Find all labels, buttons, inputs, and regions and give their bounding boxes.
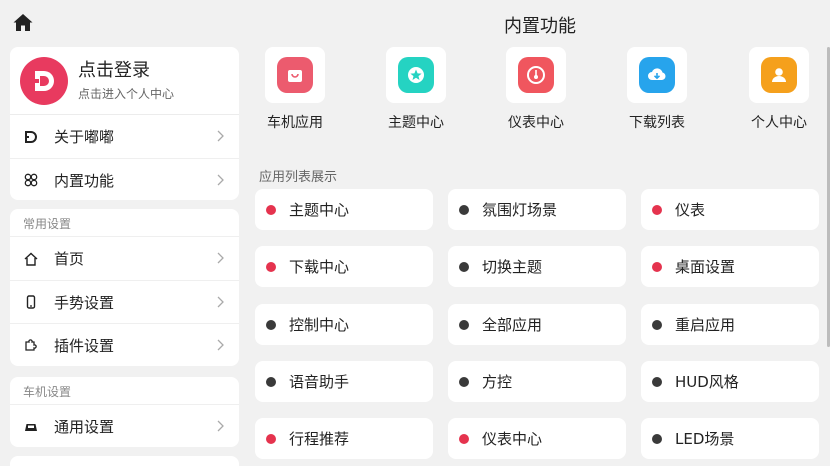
sidebar-item-gesture[interactable]: 手势设置 xyxy=(10,280,239,323)
sidebar-item-about[interactable]: 关于嘟嘟 xyxy=(10,115,239,158)
dudu-logo-icon xyxy=(33,70,54,91)
next-settings-card xyxy=(10,456,239,466)
home-icon xyxy=(13,14,33,31)
list-item[interactable]: 仪表中心 xyxy=(448,418,626,459)
status-dot xyxy=(459,433,469,444)
chevron-right-icon xyxy=(217,174,224,186)
sidebar-item-builtin[interactable]: 内置功能 xyxy=(10,158,239,200)
list-item[interactable]: 语音助手 xyxy=(255,361,433,402)
app-download-list[interactable]: 下载列表 xyxy=(607,47,707,132)
login-title: 点击登录 xyxy=(78,59,150,81)
list-item-label: HUD风格 xyxy=(675,373,739,391)
star-icon xyxy=(398,57,434,93)
list-item[interactable]: 全部应用 xyxy=(448,304,626,345)
status-dot xyxy=(266,319,276,330)
list-item-label: 语音助手 xyxy=(289,373,350,391)
app-label: 个人中心 xyxy=(751,115,807,131)
list-item[interactable]: 控制中心 xyxy=(255,304,433,345)
list-item-label: 切换主题 xyxy=(482,258,543,276)
cloud-download-icon xyxy=(639,57,675,93)
sidebar-item-label: 关于嘟嘟 xyxy=(54,128,115,146)
list-item-label: 仪表中心 xyxy=(482,430,543,448)
home-outline-icon xyxy=(24,252,38,266)
status-dot xyxy=(652,261,662,272)
clover-icon xyxy=(24,173,38,187)
list-item[interactable]: HUD风格 xyxy=(641,361,819,402)
profile-card: 点击登录 点击进入个人中心 关于嘟嘟 内置功能 xyxy=(10,47,239,200)
dudu-logo-icon xyxy=(24,130,38,144)
chevron-right-icon xyxy=(217,296,224,308)
app-dashboard-center[interactable]: 仪表中心 xyxy=(486,47,586,132)
chevron-right-icon xyxy=(217,130,224,142)
status-dot xyxy=(652,319,662,330)
app-theme-center[interactable]: 主题中心 xyxy=(366,47,466,132)
list-item-label: 重启应用 xyxy=(675,316,736,334)
status-dot xyxy=(459,204,469,215)
phone-icon xyxy=(24,295,38,309)
login-subtitle: 点击进入个人中心 xyxy=(78,86,175,101)
status-dot xyxy=(459,261,469,272)
chevron-right-icon xyxy=(217,252,224,264)
status-dot xyxy=(652,204,662,215)
status-dot xyxy=(266,376,276,387)
status-dot xyxy=(652,433,662,444)
list-item-label: 桌面设置 xyxy=(675,258,736,276)
app-list-heading: 应用列表展示 xyxy=(259,170,338,185)
list-item[interactable]: 方控 xyxy=(448,361,626,402)
car-settings-card: 车机设置 通用设置 xyxy=(10,377,239,447)
status-dot xyxy=(652,376,662,387)
list-item-label: 行程推荐 xyxy=(289,430,350,448)
app-label: 主题中心 xyxy=(388,115,444,131)
app-label: 仪表中心 xyxy=(508,115,564,131)
login-profile[interactable]: 点击登录 点击进入个人中心 xyxy=(10,47,239,115)
page-title: 内置功能 xyxy=(504,16,576,37)
section-heading: 车机设置 xyxy=(10,377,239,405)
list-item-label: 全部应用 xyxy=(482,316,543,334)
sidebar-item-general[interactable]: 通用设置 xyxy=(10,405,239,447)
list-item-label: 仪表 xyxy=(675,201,706,219)
status-dot xyxy=(266,433,276,444)
list-item[interactable]: LED场景 xyxy=(641,418,819,459)
list-item[interactable]: 重启应用 xyxy=(641,304,819,345)
list-item[interactable]: 主题中心 xyxy=(255,189,433,230)
list-item[interactable]: 下载中心 xyxy=(255,246,433,287)
sidebar-item-label: 通用设置 xyxy=(54,418,115,436)
list-item-label: 方控 xyxy=(482,373,513,391)
bag-icon xyxy=(277,57,313,93)
list-item-label: 控制中心 xyxy=(289,316,350,334)
car-icon xyxy=(24,420,38,434)
sidebar-item-label: 首页 xyxy=(54,250,85,268)
sidebar-item-plugin[interactable]: 插件设置 xyxy=(10,323,239,366)
chevron-right-icon xyxy=(217,420,224,432)
list-item-label: 主题中心 xyxy=(289,201,350,219)
list-item-label: 氛围灯场景 xyxy=(482,201,558,219)
list-item-label: 下载中心 xyxy=(289,258,350,276)
chevron-right-icon xyxy=(217,339,224,351)
status-dot xyxy=(459,376,469,387)
sidebar-item-label: 内置功能 xyxy=(54,171,115,190)
common-settings-card: 常用设置 首页 手势设置 插件设置 xyxy=(10,209,239,366)
list-item[interactable]: 桌面设置 xyxy=(641,246,819,287)
app-label: 下载列表 xyxy=(629,115,685,131)
status-dot xyxy=(266,261,276,272)
gauge-icon xyxy=(518,57,554,93)
status-dot xyxy=(459,319,469,330)
list-item[interactable]: 切换主题 xyxy=(448,246,626,287)
sidebar-item-label: 手势设置 xyxy=(54,293,115,312)
list-item[interactable]: 仪表 xyxy=(641,189,819,230)
app-car-apps[interactable]: 车机应用 xyxy=(245,47,345,132)
sidebar-item-label: 插件设置 xyxy=(54,336,115,355)
avatar xyxy=(20,56,68,105)
section-heading: 常用设置 xyxy=(10,209,239,237)
home-button[interactable] xyxy=(12,12,34,34)
list-item[interactable]: 氛围灯场景 xyxy=(448,189,626,230)
app-personal-center[interactable]: 个人中心 xyxy=(729,47,829,132)
status-dot xyxy=(266,204,276,215)
list-item[interactable]: 行程推荐 xyxy=(255,418,433,459)
list-item-label: LED场景 xyxy=(675,430,735,448)
sidebar-item-home[interactable]: 首页 xyxy=(10,237,239,280)
puzzle-icon xyxy=(24,338,38,352)
person-icon xyxy=(761,57,797,93)
app-label: 车机应用 xyxy=(267,115,323,131)
